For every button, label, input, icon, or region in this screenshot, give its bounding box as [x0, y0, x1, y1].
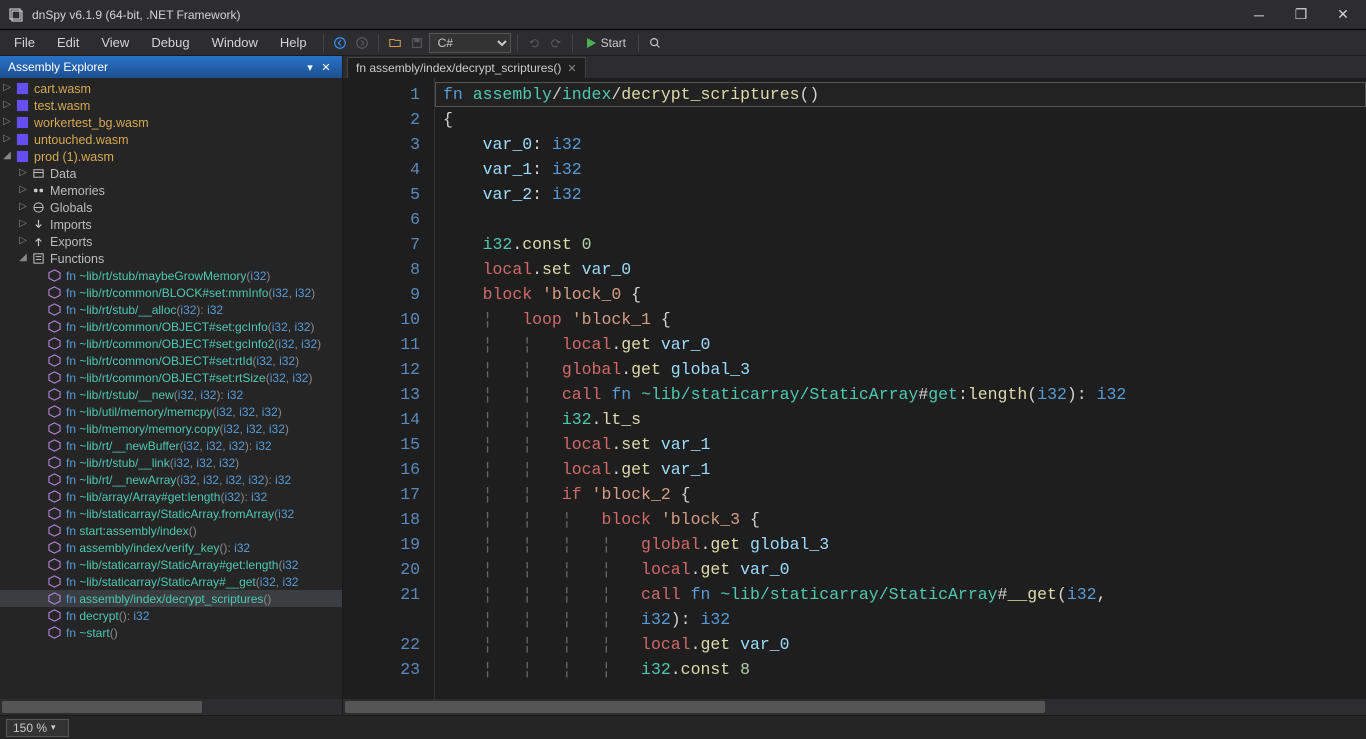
editor-hscroll[interactable]: [343, 699, 1366, 715]
tree-item[interactable]: ▷Exports: [0, 233, 342, 250]
function-item[interactable]: fn ~lib/rt/common/OBJECT#set:rtId(i32, i…: [0, 352, 342, 369]
tree-item[interactable]: ▷untouched.wasm: [0, 131, 342, 148]
panel-close-button[interactable]: ✕: [318, 59, 334, 75]
tree-item[interactable]: ▷Imports: [0, 216, 342, 233]
panel-dropdown-button[interactable]: ▾: [302, 59, 318, 75]
minimize-button[interactable]: ─: [1244, 5, 1274, 25]
assembly-tree[interactable]: ▷cart.wasm▷test.wasm▷workertest_bg.wasm▷…: [0, 78, 342, 699]
start-debug-button[interactable]: Start: [579, 34, 632, 52]
panel-title: Assembly Explorer: [8, 60, 302, 74]
maximize-button[interactable]: ❐: [1286, 5, 1316, 25]
tree-item[interactable]: ▷Data: [0, 165, 342, 182]
function-item[interactable]: fn ~lib/staticarray/StaticArray.fromArra…: [0, 505, 342, 522]
menu-window[interactable]: Window: [202, 32, 268, 53]
function-item[interactable]: fn ~lib/rt/common/OBJECT#set:gcInfo(i32,…: [0, 318, 342, 335]
editor-tab[interactable]: fn assembly/index/decrypt_scriptures() ✕: [347, 57, 586, 78]
function-item[interactable]: fn ~lib/rt/stub/__link(i32, i32, i32): [0, 454, 342, 471]
nav-back-button[interactable]: [330, 33, 350, 53]
tree-item[interactable]: ▷workertest_bg.wasm: [0, 114, 342, 131]
function-item[interactable]: fn ~lib/rt/stub/__alloc(i32): i32: [0, 301, 342, 318]
line-gutter: 1234567891011121314151617181920212223: [343, 78, 435, 699]
function-item[interactable]: fn assembly/index/verify_key(): i32: [0, 539, 342, 556]
save-button[interactable]: [407, 33, 427, 53]
redo-button[interactable]: [546, 33, 566, 53]
menu-debug[interactable]: Debug: [141, 32, 199, 53]
tree-item[interactable]: ▷cart.wasm: [0, 80, 342, 97]
language-dropdown[interactable]: C#: [429, 33, 511, 53]
function-item[interactable]: fn ~lib/memory/memory.copy(i32, i32, i32…: [0, 420, 342, 437]
undo-button[interactable]: [524, 33, 544, 53]
function-item[interactable]: fn ~lib/rt/common/OBJECT#set:gcInfo2(i32…: [0, 335, 342, 352]
open-button[interactable]: [385, 33, 405, 53]
function-item[interactable]: fn ~lib/staticarray/StaticArray#__get(i3…: [0, 573, 342, 590]
tab-close-button[interactable]: ✕: [567, 62, 576, 75]
function-item[interactable]: fn ~lib/rt/stub/maybeGrowMemory(i32): [0, 267, 342, 284]
menu-file[interactable]: File: [4, 32, 45, 53]
function-item[interactable]: fn ~lib/rt/__newArray(i32, i32, i32, i32…: [0, 471, 342, 488]
play-icon: [585, 37, 597, 49]
function-item[interactable]: fn ~lib/rt/stub/__new(i32, i32): i32: [0, 386, 342, 403]
menu-bar: FileEditViewDebugWindowHelp C# Start: [0, 30, 1366, 56]
function-item[interactable]: fn ~lib/array/Array#get:length(i32): i32: [0, 488, 342, 505]
code-content[interactable]: fn assembly/index/decrypt_scriptures(){ …: [435, 78, 1366, 699]
function-item[interactable]: fn ~lib/rt/__newBuffer(i32, i32, i32): i…: [0, 437, 342, 454]
code-editor[interactable]: 1234567891011121314151617181920212223 fn…: [343, 78, 1366, 699]
sidebar-hscroll[interactable]: [0, 699, 342, 715]
nav-forward-button[interactable]: [352, 33, 372, 53]
menu-edit[interactable]: Edit: [47, 32, 89, 53]
tree-item[interactable]: ◢prod (1).wasm: [0, 148, 342, 165]
tree-item[interactable]: ▷Memories: [0, 182, 342, 199]
tree-item[interactable]: ▷Globals: [0, 199, 342, 216]
function-item[interactable]: fn ~start(): [0, 624, 342, 641]
function-item[interactable]: fn start:assembly/index(): [0, 522, 342, 539]
tree-item[interactable]: ▷test.wasm: [0, 97, 342, 114]
function-item[interactable]: fn ~lib/util/memory/memcpy(i32, i32, i32…: [0, 403, 342, 420]
function-item[interactable]: fn ~lib/rt/common/BLOCK#set:mmInfo(i32, …: [0, 284, 342, 301]
function-item[interactable]: fn ~lib/rt/common/OBJECT#set:rtSize(i32,…: [0, 369, 342, 386]
menu-help[interactable]: Help: [270, 32, 317, 53]
menu-view[interactable]: View: [91, 32, 139, 53]
tab-label: fn assembly/index/decrypt_scriptures(): [356, 61, 561, 75]
title-bar: dnSpy v6.1.9 (64-bit, .NET Framework) ─ …: [0, 0, 1366, 30]
editor-area: fn assembly/index/decrypt_scriptures() ✕…: [343, 56, 1366, 715]
panel-header: Assembly Explorer ▾ ✕: [0, 56, 342, 78]
tree-item[interactable]: ◢Functions: [0, 250, 342, 267]
function-item[interactable]: fn ~lib/staticarray/StaticArray#get:leng…: [0, 556, 342, 573]
assembly-explorer-panel: Assembly Explorer ▾ ✕ ▷cart.wasm▷test.wa…: [0, 56, 343, 715]
close-button[interactable]: ✕: [1328, 5, 1358, 25]
zoom-level[interactable]: 150 % ▾: [6, 719, 69, 737]
editor-tab-bar: fn assembly/index/decrypt_scriptures() ✕: [343, 56, 1366, 78]
function-item[interactable]: fn decrypt(): i32: [0, 607, 342, 624]
function-item[interactable]: fn assembly/index/decrypt_scriptures(): [0, 590, 342, 607]
window-title: dnSpy v6.1.9 (64-bit, .NET Framework): [32, 8, 241, 22]
search-button[interactable]: [645, 33, 665, 53]
app-icon: [8, 7, 24, 23]
status-bar: 150 % ▾: [0, 715, 1366, 739]
